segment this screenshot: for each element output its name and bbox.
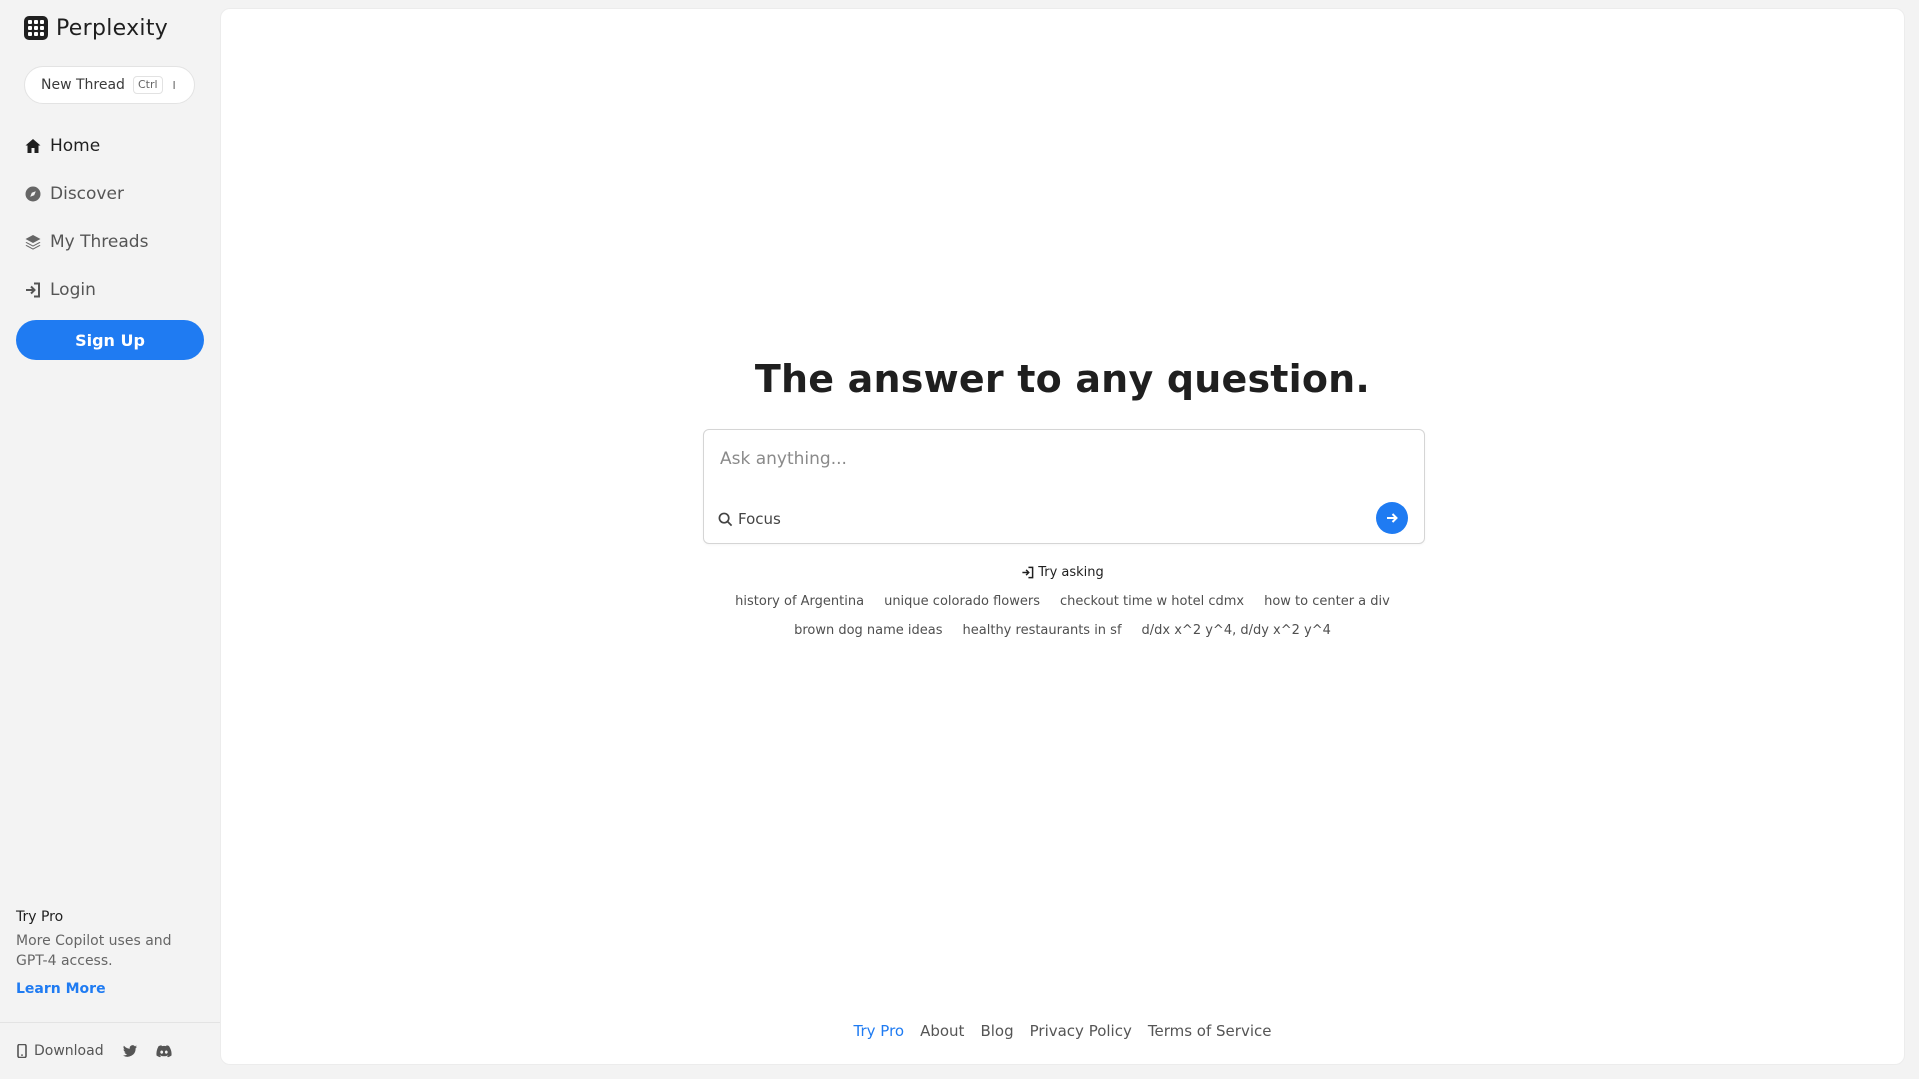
suggestion-chip[interactable]: brown dog name ideas [794,623,942,638]
focus-label: Focus [738,510,781,528]
main-panel: The answer to any question. Focus Try as… [220,8,1905,1065]
suggestions-row-1: history of Argentina unique colorado flo… [221,594,1904,609]
shortcut-i-key: I [172,78,176,92]
try-pro-title: Try Pro [16,909,64,925]
login-arrow-icon [1022,566,1034,579]
sidebar-item-label: Login [50,280,96,300]
footer-link-terms-of-service[interactable]: Terms of Service [1148,1022,1272,1040]
sidebar-item-label: Discover [50,184,124,204]
try-pro-promo: Try Pro More Copilot uses and GPT-4 acce… [16,909,196,997]
suggestion-chip[interactable]: unique colorado flowers [884,594,1040,609]
footer-link-try-pro[interactable]: Try Pro [854,1022,905,1040]
sidebar-footer: Download [0,1022,220,1079]
page-title: The answer to any question. [754,357,1371,401]
sidebar-item-label: My Threads [50,232,149,252]
focus-button[interactable]: Focus [718,507,781,531]
sign-up-button[interactable]: Sign Up [16,320,204,360]
home-icon [24,137,42,155]
mobile-phone-icon [17,1044,27,1058]
search-input[interactable] [720,444,1400,474]
brand[interactable]: Perplexity [24,14,168,42]
app-root: Perplexity New Thread Ctrl I Home Discov… [0,0,1919,1079]
brand-name: Perplexity [56,15,169,41]
sidebar: Perplexity New Thread Ctrl I Home Discov… [0,0,220,1079]
new-thread-label: New Thread [41,77,125,93]
new-thread-button[interactable]: New Thread Ctrl I [24,66,195,104]
suggestion-chip[interactable]: d/dx x^2 y^4, d/dy x^2 y^4 [1142,623,1331,638]
suggestions-row-2: brown dog name ideas healthy restaurants… [221,623,1904,638]
sidebar-item-login[interactable]: Login [24,266,204,314]
sidebar-item-discover[interactable]: Discover [24,170,204,218]
footer-link-privacy-policy[interactable]: Privacy Policy [1030,1022,1132,1040]
try-asking-label: Try asking [1038,565,1104,580]
sidebar-item-home[interactable]: Home [24,122,204,170]
discord-icon[interactable] [156,1043,172,1059]
search-icon [718,512,733,526]
learn-more-link[interactable]: Learn More [16,981,106,997]
search-box: Focus [703,429,1425,544]
footer-link-about[interactable]: About [920,1022,964,1040]
perplexity-logo-icon [24,16,48,40]
suggestion-chip[interactable]: history of Argentina [735,594,864,609]
suggestion-chip[interactable]: healthy restaurants in sf [963,623,1122,638]
footer-link-blog[interactable]: Blog [980,1022,1013,1040]
sidebar-item-label: Home [50,136,101,156]
login-icon [24,281,42,299]
try-asking-header: Try asking [221,565,1904,580]
footer-links: Try Pro About Blog Privacy Policy Terms … [221,1022,1904,1040]
sidebar-nav: Home Discover My Threads Login [24,122,204,314]
submit-button[interactable] [1376,502,1408,534]
shortcut-ctrl-key: Ctrl [132,76,163,94]
download-label: Download [34,1043,104,1059]
download-button[interactable]: Download [16,1043,104,1059]
try-pro-description: More Copilot uses and GPT-4 access. [16,933,172,969]
twitter-icon[interactable] [122,1043,138,1059]
sidebar-item-my-threads[interactable]: My Threads [24,218,204,266]
stack-icon [24,233,42,251]
suggestion-chip[interactable]: how to center a div [1264,594,1390,609]
compass-icon [24,185,42,203]
arrow-right-icon [1387,513,1398,523]
suggestion-chip[interactable]: checkout time w hotel cdmx [1060,594,1244,609]
